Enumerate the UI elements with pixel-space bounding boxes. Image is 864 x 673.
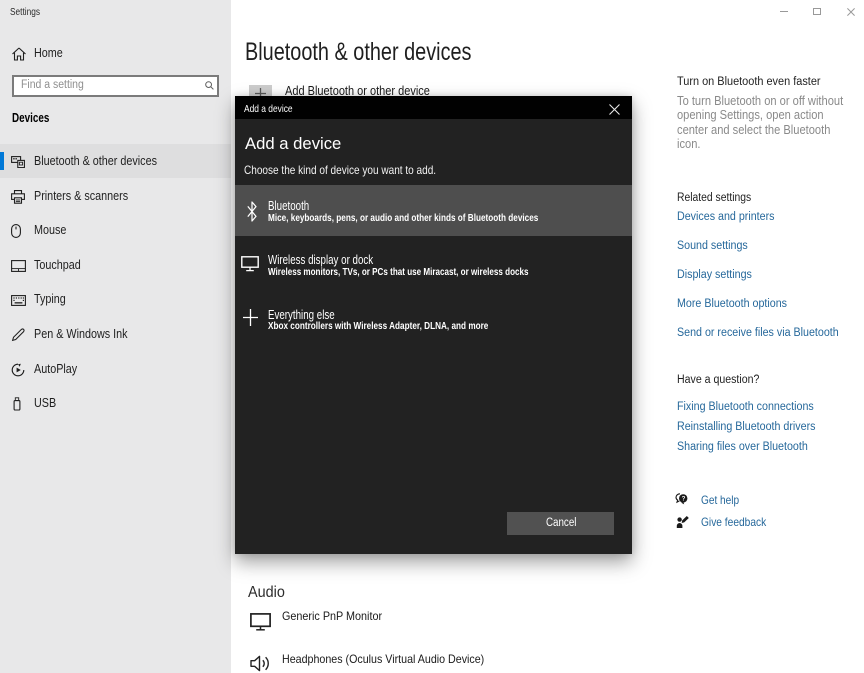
svg-text:?: ?	[682, 495, 686, 502]
